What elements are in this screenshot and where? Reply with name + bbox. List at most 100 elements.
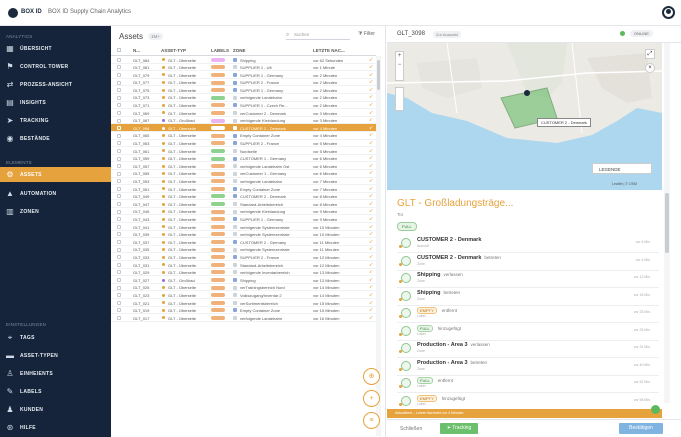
locate-icon[interactable]: ➶ bbox=[369, 231, 373, 237]
refresh-icon[interactable] bbox=[651, 405, 660, 414]
locate-icon[interactable]: ➶ bbox=[369, 269, 373, 275]
row-checkbox[interactable] bbox=[117, 255, 121, 260]
locate-icon[interactable]: ➶ bbox=[369, 155, 373, 161]
row-checkbox[interactable] bbox=[117, 141, 121, 146]
row-checkbox[interactable] bbox=[117, 80, 121, 85]
confirm-button[interactable]: Bestätigen bbox=[619, 423, 663, 434]
row-checkbox[interactable] bbox=[117, 308, 121, 313]
table-row[interactable]: GLT_071 GLT - Überseite SUPPLIER 1 - Czech… bbox=[111, 102, 376, 110]
locate-icon[interactable]: ➶ bbox=[369, 239, 373, 245]
table-row[interactable]: GLT_029 GLT - Überseite verfolgende Invent… bbox=[111, 269, 376, 277]
legend-button[interactable]: LEGENDE bbox=[592, 163, 652, 174]
locate-icon[interactable]: ➶ bbox=[369, 148, 373, 154]
table-row[interactable]: GLT_063 GLT - Überseite SUPPLIER 2 - Franc… bbox=[111, 140, 376, 148]
table-row[interactable]: GLT_081 GLT - Überseite SUPPLIER 1 - Ult vo… bbox=[111, 64, 376, 72]
table-row[interactable]: GLT_061 GLT - Überseite Nordseite vor 5 Min… bbox=[111, 147, 376, 155]
row-checkbox[interactable] bbox=[117, 262, 121, 267]
timeline-event[interactable]: EMPTY hinzugefügt Label vor 58 Min. bbox=[397, 391, 659, 411]
row-checkbox[interactable] bbox=[117, 224, 121, 229]
row-checkbox[interactable] bbox=[117, 103, 121, 108]
tracking-button[interactable]: ➤ Tracking bbox=[440, 423, 478, 434]
close-icon[interactable]: × bbox=[645, 63, 655, 73]
row-checkbox[interactable] bbox=[117, 164, 121, 169]
table-row[interactable]: GLT_051 GLT - Überseite Empty Container Zo… bbox=[111, 185, 376, 193]
row-checkbox[interactable] bbox=[117, 186, 121, 191]
sidebar-item-tags[interactable]: ⌖ TAGS bbox=[0, 330, 111, 345]
export-button[interactable]: ≡ bbox=[363, 412, 380, 429]
row-checkbox[interactable] bbox=[117, 315, 121, 320]
sidebar-item-einheients[interactable]: ♙ EINHEIENTS bbox=[0, 366, 111, 381]
row-checkbox[interactable] bbox=[117, 72, 121, 77]
sidebar-item-uebersicht[interactable]: ▦ ÜBERSICHT bbox=[0, 41, 111, 56]
map-layer-control[interactable] bbox=[395, 87, 404, 111]
expand-icon[interactable]: ⤢ bbox=[645, 49, 655, 59]
row-checkbox[interactable] bbox=[117, 110, 121, 115]
locate-icon[interactable]: ➶ bbox=[369, 140, 373, 146]
row-checkbox[interactable] bbox=[117, 133, 121, 138]
row-checkbox[interactable] bbox=[117, 148, 121, 153]
locate-icon[interactable]: ➶ bbox=[369, 163, 373, 169]
sidebar-item-automation[interactable]: ▲ AUTOMATION bbox=[0, 186, 111, 201]
sidebar-item-zonen[interactable]: ▥ ZONEN bbox=[0, 204, 111, 219]
column-header-asset-type[interactable]: ASSET-TYP bbox=[161, 48, 186, 53]
locate-icon[interactable]: ➶ bbox=[369, 315, 373, 321]
locate-icon[interactable]: ➶ bbox=[369, 292, 373, 298]
row-checkbox[interactable] bbox=[117, 126, 121, 131]
locate-icon[interactable]: ➶ bbox=[369, 254, 373, 260]
table-row[interactable]: GLT_055 GLT - Überseite verCustomer 1 - Ge… bbox=[111, 170, 376, 178]
row-checkbox[interactable] bbox=[117, 285, 121, 290]
locate-icon[interactable]: ➶ bbox=[369, 216, 373, 222]
table-row[interactable]: GLT_073 GLT - Überseite verfolgende Landeb… bbox=[111, 94, 376, 102]
table-row[interactable]: GLT_019 GLT - Überseite Empty Container Zo… bbox=[111, 307, 376, 315]
locate-icon[interactable]: ➶ bbox=[369, 87, 373, 93]
sidebar-item-asset-typen[interactable]: ▬ ASSET-TYPEN bbox=[0, 348, 111, 363]
sidebar-item-tracking[interactable]: ➤ TRACKING bbox=[0, 113, 111, 128]
sidebar-item-kunden[interactable]: ♟ KUNDEN bbox=[0, 402, 111, 417]
map-view-button[interactable]: ⊕ bbox=[363, 368, 380, 385]
asset-map[interactable]: + − CUSTOMER 2 - Denmark ⤢ × LEGENDE Leaf… bbox=[387, 43, 662, 190]
locate-icon[interactable]: ➶ bbox=[369, 186, 373, 192]
table-row[interactable]: GLT_031 GLT - Überseite Standard-Arbeitsbe… bbox=[111, 261, 376, 269]
table-row[interactable]: GLT_077 GLT - Überseite SUPPLIER 2 - Franc… bbox=[111, 79, 376, 87]
list-scroll-thumb[interactable] bbox=[377, 60, 380, 90]
row-checkbox[interactable] bbox=[117, 293, 121, 298]
sidebar-item-hilfe[interactable]: ⊛ HILFE bbox=[0, 420, 111, 435]
locate-icon[interactable]: ➶ bbox=[369, 170, 373, 176]
locate-icon[interactable]: ➶ bbox=[369, 94, 373, 100]
sidebar-item-prozess-ansicht[interactable]: ⇄ PROZESS-ANSICHT bbox=[0, 77, 111, 92]
select-all-checkbox[interactable] bbox=[117, 48, 121, 52]
table-row[interactable]: GLT_027 GLT - Großbad Shipping vor 13 Minut… bbox=[111, 276, 376, 284]
table-row[interactable]: GLT_041 GLT - Überseite verfolgende System… bbox=[111, 223, 376, 231]
sidebar-item-control-tower[interactable]: ⚑ CONTROL TOWER bbox=[0, 59, 111, 74]
row-checkbox[interactable] bbox=[117, 209, 121, 214]
row-checkbox[interactable] bbox=[117, 232, 121, 237]
locate-icon[interactable]: ➶ bbox=[369, 193, 373, 199]
column-header-name[interactable]: N... bbox=[133, 48, 140, 53]
locate-icon[interactable]: ➶ bbox=[369, 201, 373, 207]
locate-icon[interactable]: ➶ bbox=[369, 178, 373, 184]
table-row[interactable]: GLT_059 GLT - Überseite CUSTOMER 1 - Germa… bbox=[111, 155, 376, 163]
table-row[interactable]: GLT_017 GLT - Überseite verfolgende Landeb… bbox=[111, 314, 376, 322]
locate-icon[interactable]: ➶ bbox=[369, 246, 373, 252]
row-checkbox[interactable] bbox=[117, 171, 121, 176]
row-checkbox[interactable] bbox=[117, 247, 121, 252]
column-header-last-message[interactable]: LETZTE NAC... bbox=[313, 48, 345, 53]
table-row[interactable]: GLT_033 GLT - Überseite SUPPLIER 2 - Franc… bbox=[111, 253, 376, 262]
locate-icon[interactable]: ➶ bbox=[369, 224, 373, 230]
locate-icon[interactable]: ➶ bbox=[369, 117, 373, 123]
sidebar-item-labels[interactable]: ✎ LABELS bbox=[0, 384, 111, 399]
detail-chip[interactable]: Zur Auswahl bbox=[433, 31, 462, 38]
row-checkbox[interactable] bbox=[117, 65, 121, 70]
filter-button[interactable]: ⧩ Filter bbox=[358, 31, 375, 37]
locate-icon[interactable]: ➶ bbox=[369, 307, 373, 313]
map-zoom-control[interactable]: + − bbox=[395, 51, 404, 81]
sidebar-item-bestaende[interactable]: ◉ BESTÄNDE bbox=[0, 131, 111, 146]
row-checkbox[interactable] bbox=[117, 57, 121, 62]
table-row[interactable]: GLT_045 GLT - Überseite verfolgende Kleinl… bbox=[111, 208, 376, 216]
locate-icon[interactable]: ➶ bbox=[369, 79, 373, 85]
table-row[interactable]: GLT_035 GLT - Überseite verfolgende System… bbox=[111, 246, 376, 254]
sidebar-item-insights[interactable]: ▤ INSIGHTS bbox=[0, 95, 111, 110]
row-checkbox[interactable] bbox=[117, 240, 121, 245]
table-row[interactable]: GLT_043 GLT - Überseite SUPPLIER 1 - Germa… bbox=[111, 215, 376, 224]
locate-icon[interactable]: ➶ bbox=[369, 125, 373, 131]
